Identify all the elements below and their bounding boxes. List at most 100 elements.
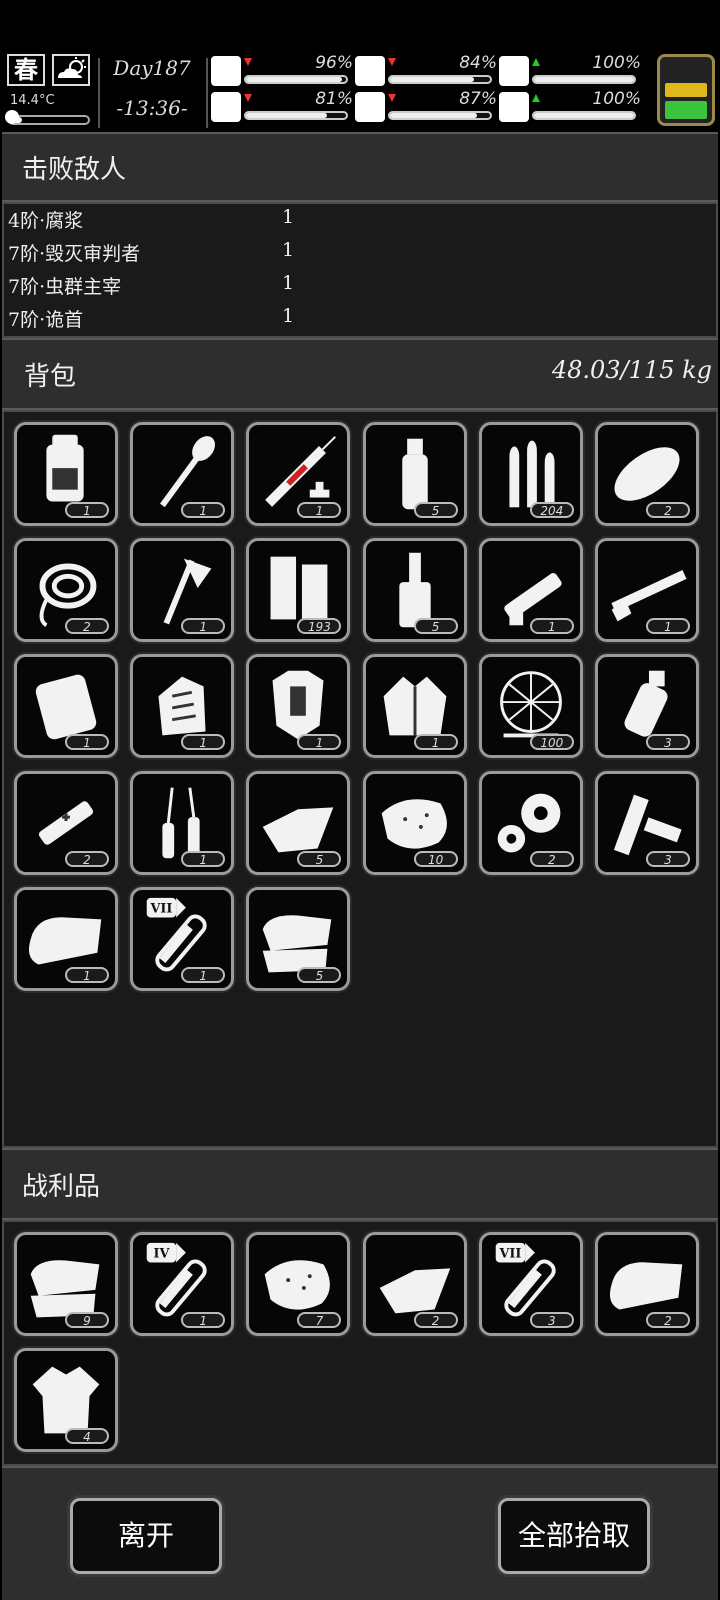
enemy-row: 7阶·虫群主宰 1 [6, 270, 706, 303]
backpack-item-slot[interactable]: 1 [14, 654, 118, 759]
item-quantity: 1 [297, 502, 342, 518]
loot-item-slot[interactable]: 7 [246, 1232, 351, 1336]
backpack-title: 背包 [24, 362, 77, 392]
backpack-item-slot[interactable]: 1 [14, 422, 118, 526]
backpack-item-slot[interactable]: 2 [595, 422, 699, 526]
item-quantity: 1 [181, 734, 226, 751]
loot-item-slot[interactable]: VII 3 [478, 1232, 583, 1336]
loot-item-slot[interactable]: IV 1 [130, 1232, 235, 1336]
hunger-bar-fill [390, 77, 474, 82]
heart-icon [499, 92, 529, 122]
leave-button[interactable]: 离开 [70, 1498, 222, 1574]
season-badge: 春 [7, 54, 45, 86]
backpack-item-slot[interactable]: 1 [246, 654, 351, 759]
item-quantity: 7 [297, 1312, 342, 1328]
svg-text:IV: IV [154, 1247, 171, 1262]
item-quantity: 1 [65, 502, 109, 518]
item-quantity: 3 [529, 1312, 574, 1328]
loot-title: 战利品 [22, 1172, 101, 1202]
backpack-item-slot[interactable]: 3 [595, 770, 699, 875]
backpack-item-slot[interactable]: 1 [130, 654, 235, 759]
item-quantity: 4 [65, 1428, 109, 1445]
backpack-item-slot[interactable]: 1 [246, 422, 351, 526]
backpack-item-slot[interactable]: 2 [14, 538, 118, 643]
item-quantity: 1 [297, 734, 342, 751]
loot-item-slot[interactable]: 2 [595, 1232, 699, 1336]
temperature-readout: 14.4°C [10, 93, 55, 108]
mood-percent: 100% [592, 89, 641, 109]
backpack-item-slot[interactable]: 10 [362, 770, 467, 875]
item-quantity: 1 [181, 502, 226, 518]
mental-bar-fill [534, 77, 634, 82]
battery-cell [665, 101, 707, 119]
loot-item-slot[interactable]: 4 [14, 1348, 118, 1453]
arrow-down-icon [244, 58, 252, 66]
backpack-item-slot[interactable]: 3 [595, 654, 699, 759]
battery-cell [665, 83, 707, 97]
divider [98, 58, 100, 128]
divider [206, 58, 208, 128]
loot-item-slot[interactable]: 9 [14, 1232, 118, 1336]
backpack-item-slot[interactable]: 1 [14, 886, 118, 991]
backpack-item-slot[interactable]: 204 [478, 422, 583, 526]
thirst-percent: 87% [459, 89, 497, 109]
backpack-item-slot[interactable]: 5 [246, 886, 351, 991]
enemy-kill-count: 1 [282, 239, 295, 261]
item-quantity: 3 [646, 850, 690, 867]
stamina-percent: 81% [315, 89, 353, 109]
enemy-row: 7阶·诡首 1 [6, 303, 706, 336]
item-quantity: 100 [529, 734, 574, 751]
item-quantity: 1 [529, 618, 574, 635]
backpack-item-slot[interactable]: 193 [246, 538, 351, 643]
take-all-button[interactable]: 全部拾取 [498, 1498, 650, 1574]
backpack-item-slot[interactable]: VII 1 [130, 886, 235, 991]
backpack-item-slot[interactable]: 1 [130, 538, 235, 643]
arrow-down-icon [244, 94, 252, 102]
hunger-percent: 84% [459, 53, 497, 73]
backpack-weight: 48.03/115 kg [551, 356, 712, 384]
backpack-item-slot[interactable]: 1 [130, 422, 235, 526]
item-quantity: 1 [65, 734, 109, 751]
backpack-item-slot[interactable]: 1 [362, 654, 467, 759]
item-quantity: 204 [529, 502, 574, 518]
backpack-item-slot[interactable]: 5 [362, 538, 467, 643]
svg-text:VII: VII [150, 901, 173, 916]
item-quantity: 9 [65, 1312, 109, 1328]
thirst-bar-fill [390, 113, 477, 118]
leg-icon [211, 92, 241, 122]
enemy-kill-count: 1 [282, 206, 295, 228]
enemy-kill-count: 1 [282, 272, 295, 294]
thermometer-icon [5, 110, 19, 124]
item-quantity: 1 [646, 618, 690, 635]
item-quantity: 193 [297, 618, 342, 635]
item-quantity: 2 [646, 1312, 690, 1328]
loot-item-slot[interactable]: 2 [362, 1232, 467, 1336]
item-quantity: 2 [646, 502, 690, 518]
backpack-item-slot[interactable]: 5 [246, 770, 351, 875]
item-quantity: 2 [65, 850, 109, 867]
weather-icon [52, 54, 90, 86]
item-quantity: 5 [413, 618, 458, 635]
backpack-item-slot[interactable]: 2 [14, 770, 118, 875]
backpack-item-slot[interactable]: 1 [130, 770, 235, 875]
arrow-up-icon [532, 58, 540, 66]
day-counter: Day187 [113, 56, 191, 80]
item-quantity: 2 [529, 850, 574, 867]
item-quantity: 1 [181, 966, 226, 983]
backpack-header: 背包 48.03/115 kg [2, 338, 718, 410]
enemies-header: 击败敌人 [2, 132, 718, 202]
backpack-item-slot[interactable]: 100 [478, 654, 583, 759]
enemy-name: 4阶·腐浆 [8, 210, 84, 232]
backpack-item-slot[interactable]: 1 [595, 538, 699, 643]
medkit-icon [211, 56, 241, 86]
item-quantity: 1 [181, 618, 226, 635]
item-quantity: 3 [646, 734, 690, 751]
enemy-kill-count: 1 [282, 305, 295, 327]
item-quantity: 2 [65, 618, 109, 635]
enemy-name: 7阶·毁灭审判者 [8, 243, 141, 265]
backpack-item-slot[interactable]: 2 [478, 770, 583, 875]
item-quantity: 2 [413, 1312, 458, 1328]
backpack-item-slot[interactable]: 1 [478, 538, 583, 643]
backpack-item-slot[interactable]: 5 [362, 422, 467, 526]
health-percent: 96% [315, 53, 353, 73]
